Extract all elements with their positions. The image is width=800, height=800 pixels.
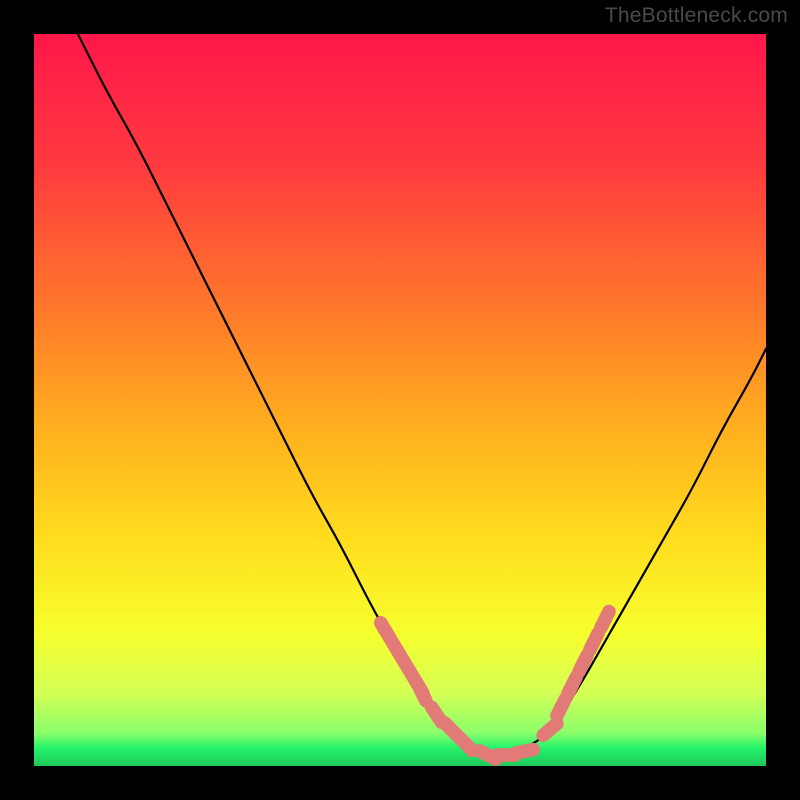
watermark-text: TheBottleneck.com xyxy=(605,4,788,28)
plot-area xyxy=(34,34,766,766)
bottleneck-chart xyxy=(34,34,766,766)
chart-frame: TheBottleneck.com xyxy=(0,0,800,800)
